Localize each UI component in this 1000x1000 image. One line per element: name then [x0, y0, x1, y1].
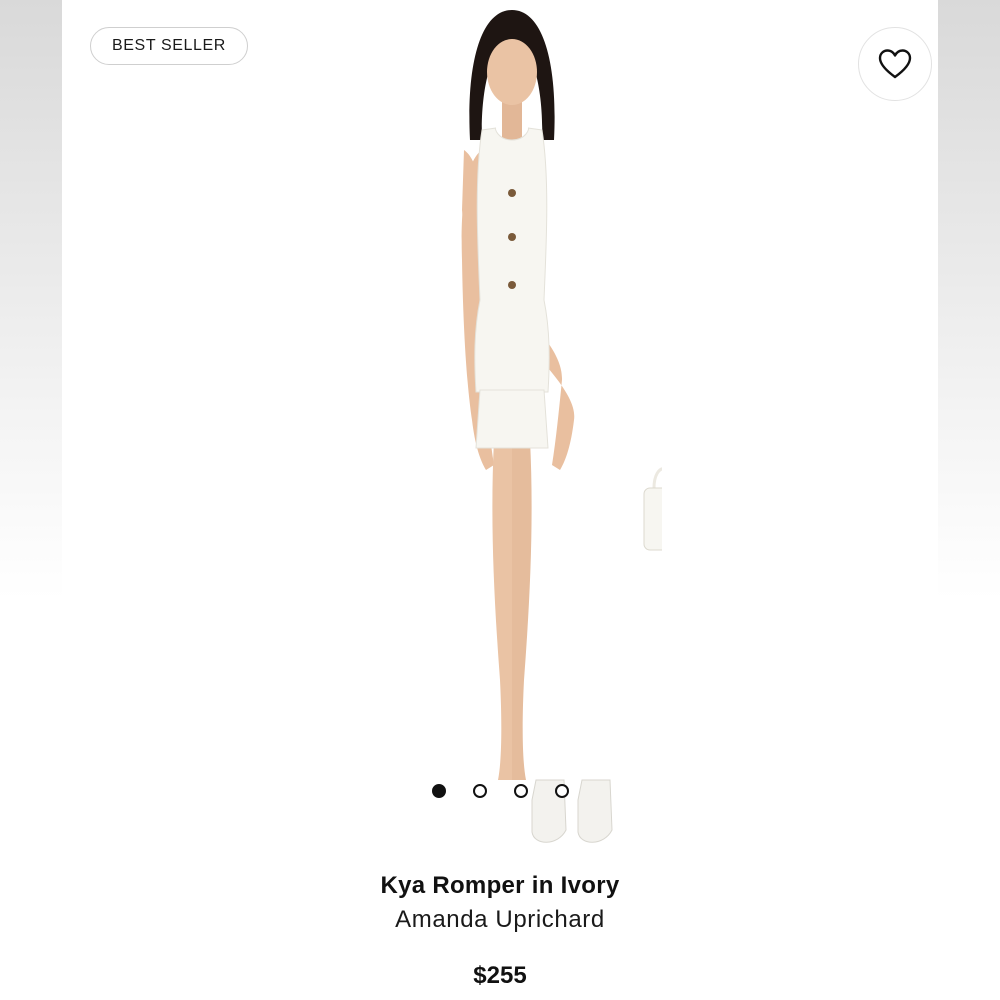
product-info: Kya Romper in Ivory Amanda Uprichard $25…: [62, 872, 938, 990]
carousel-dot-1[interactable]: [431, 784, 446, 798]
handbag: [643, 487, 662, 551]
heart-icon: [878, 49, 912, 79]
vest-top: [474, 127, 550, 393]
vest-button: [508, 233, 516, 241]
product-card[interactable]: BEST SELLER Kya Romper in Ivory Amanda U…: [62, 0, 938, 1000]
skirt: [475, 389, 549, 449]
model-face: [487, 39, 537, 105]
left-edge-panel: [0, 0, 62, 1000]
vest-button: [508, 189, 516, 197]
carousel-dot-2[interactable]: [472, 784, 487, 798]
handbag-handle: [652, 467, 662, 489]
product-title[interactable]: Kya Romper in Ivory: [62, 872, 938, 900]
vest-button: [508, 281, 516, 289]
best-seller-label: BEST SELLER: [112, 37, 226, 54]
product-brand[interactable]: Amanda Uprichard: [62, 906, 938, 934]
carousel-dots: [62, 784, 938, 798]
best-seller-badge: BEST SELLER: [90, 27, 248, 65]
product-image[interactable]: [362, 0, 662, 860]
product-price: $255: [473, 962, 527, 989]
carousel-dot-4[interactable]: [554, 784, 569, 798]
model-right-leg: [512, 440, 532, 780]
favorite-button[interactable]: [858, 27, 932, 101]
carousel-dot-3[interactable]: [513, 784, 528, 798]
model-left-leg: [492, 440, 514, 780]
right-edge-panel: [938, 0, 1000, 1000]
